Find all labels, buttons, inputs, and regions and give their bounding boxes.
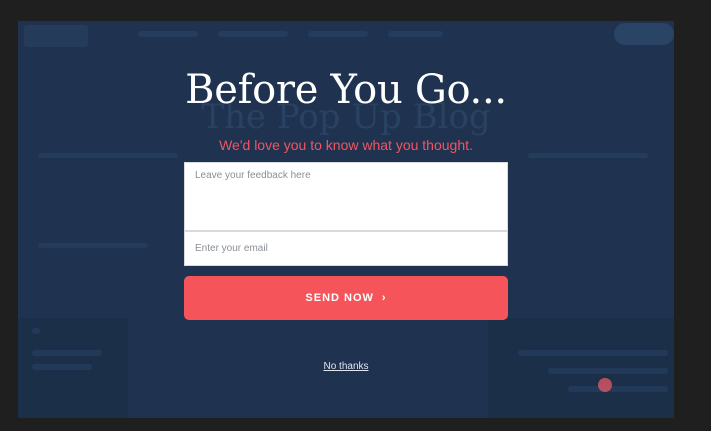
background-nav-item [308, 31, 368, 37]
background-nav-item [388, 31, 443, 37]
popup-subline: We'd love you to know what you thought. [219, 137, 473, 153]
email-field[interactable] [184, 231, 508, 266]
no-thanks-container: No thanks [18, 361, 674, 372]
background-nav-item [138, 31, 198, 37]
send-now-label: SEND NOW [305, 292, 374, 304]
background-logo [24, 25, 88, 47]
feedback-textarea[interactable] [184, 162, 508, 231]
background-nav-item [218, 31, 288, 37]
popup-headline: Before You Go... [185, 67, 507, 113]
send-now-button[interactable]: SEND NOW › [184, 276, 508, 320]
background-text-line [38, 153, 178, 158]
popup-overlay: The Pop Up Blog Before You Go... We'd lo… [18, 21, 674, 418]
background-text-line [38, 243, 148, 248]
background-nav-button [614, 23, 674, 45]
no-thanks-link[interactable]: No thanks [323, 361, 368, 372]
chevron-right-icon: › [381, 292, 387, 304]
background-text-line [528, 153, 648, 158]
background-chat-icon [598, 378, 612, 392]
